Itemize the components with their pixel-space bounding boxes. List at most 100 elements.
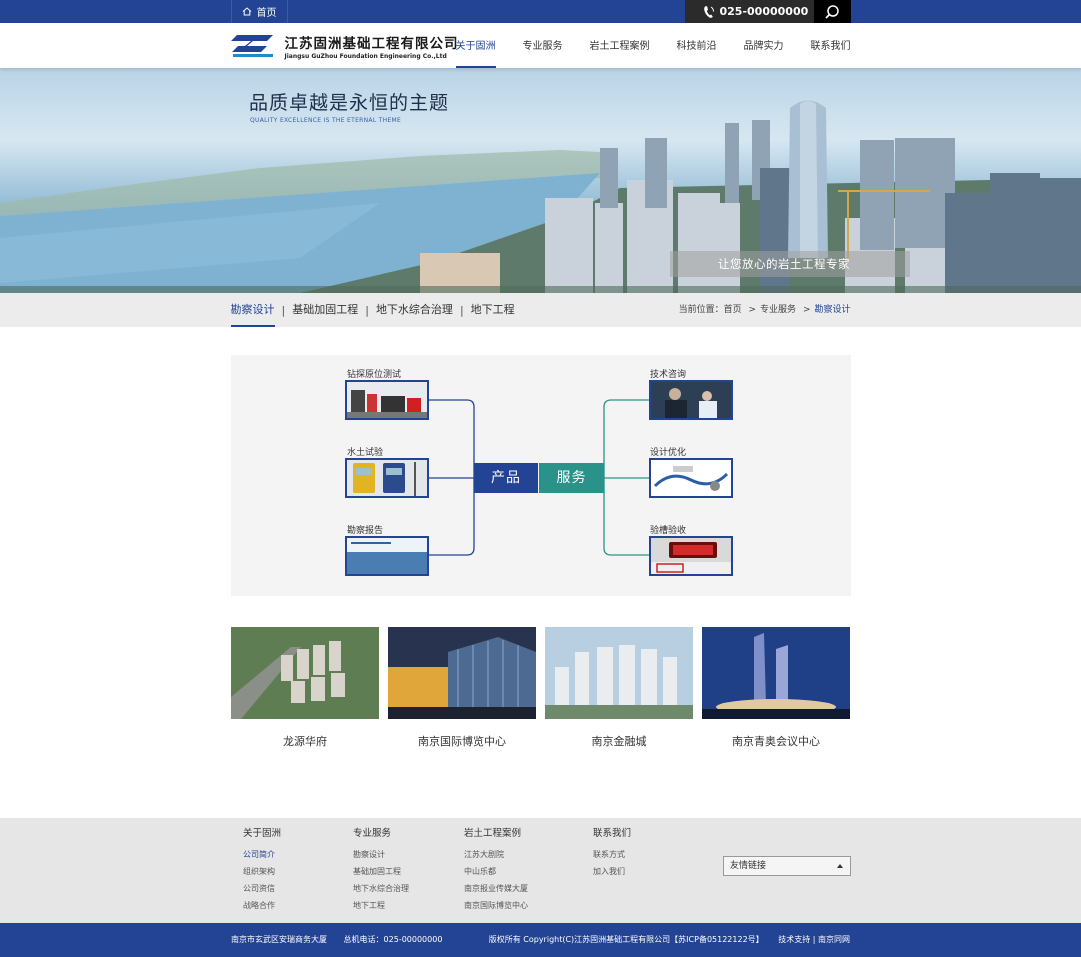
footer-column-title[interactable]: 联系我们 bbox=[593, 825, 631, 839]
search-button[interactable] bbox=[813, 0, 851, 23]
copyright-info: 版权所有 Copyright(C)江苏固洲基础工程有限公司【苏ICP备05122… bbox=[489, 923, 850, 957]
nav-item-contact[interactable]: 联系我们 bbox=[811, 23, 851, 68]
footer-link[interactable]: 联系方式 bbox=[593, 846, 631, 863]
tab-separator: | bbox=[459, 303, 464, 317]
diagram-label-survey-report: 勘察报告 bbox=[347, 526, 384, 536]
logo[interactable]: 江苏固洲基础工程有限公司 Jiangsu GuZhou Foundation E… bbox=[230, 32, 459, 60]
footer-link[interactable]: 地下工程 bbox=[353, 897, 409, 914]
search-icon bbox=[825, 4, 839, 19]
center-label-products: 产品 bbox=[474, 463, 538, 493]
company-address: 南京市玄武区安瑞商务大厦 bbox=[231, 935, 327, 944]
center-label-services: 服务 bbox=[539, 463, 604, 493]
diagram-label-inspection: 验槽验收 bbox=[650, 526, 687, 536]
footer: 关于固洲 公司简介 组织架构 公司资信 战略合作 专业服务 勘察设计 基础加固工… bbox=[0, 818, 1081, 923]
breadcrumb-separator: > bbox=[802, 305, 811, 315]
footer-column-about: 关于固洲 公司简介 组织架构 公司资信 战略合作 bbox=[243, 825, 281, 914]
footer-column-title[interactable]: 专业服务 bbox=[353, 825, 409, 839]
project-image[interactable] bbox=[702, 627, 850, 719]
breadcrumb-home[interactable]: 首页 bbox=[724, 305, 742, 315]
caret-up-icon bbox=[837, 864, 843, 868]
footer-column-services: 专业服务 勘察设计 基础加固工程 地下水综合治理 地下工程 bbox=[353, 825, 409, 914]
footer-column-title[interactable]: 关于固洲 bbox=[243, 825, 281, 839]
soil-test-image[interactable] bbox=[345, 458, 429, 498]
design-optimization-image[interactable] bbox=[649, 458, 733, 498]
nav-item-technology[interactable]: 科技前沿 bbox=[677, 23, 717, 68]
main-nav: 关于固洲 专业服务 岩土工程案例 科技前沿 品牌实力 联系我们 bbox=[429, 23, 851, 68]
banner-tagline: 让您放心的岩土工程专家 bbox=[670, 251, 910, 277]
city-skyline-image bbox=[0, 100, 1081, 293]
footer-link[interactable]: 公司资信 bbox=[243, 880, 281, 897]
tab-separator: | bbox=[281, 303, 286, 317]
diagram-label-soil-test: 水土试验 bbox=[347, 448, 384, 458]
footer-link[interactable]: 基础加固工程 bbox=[353, 863, 409, 880]
phone-icon bbox=[703, 5, 714, 18]
project-card[interactable]: 南京青奥会议中心 bbox=[702, 627, 850, 749]
contact-info: 南京市玄武区安瑞商务大厦 总机电话：025-00000000 bbox=[231, 923, 442, 957]
breadcrumb-separator: > bbox=[748, 305, 757, 315]
project-name[interactable]: 龙源华府 bbox=[231, 733, 379, 749]
friend-links-select[interactable]: 友情链接 bbox=[723, 856, 851, 876]
nav-item-services[interactable]: 专业服务 bbox=[523, 23, 563, 68]
breadcrumb-current: 勘察设计 bbox=[814, 305, 851, 315]
consulting-image[interactable] bbox=[649, 380, 733, 420]
drilling-test-image[interactable] bbox=[345, 380, 429, 420]
project-card[interactable]: 南京国际博览中心 bbox=[388, 627, 536, 749]
project-card[interactable]: 龙源华府 bbox=[231, 627, 379, 749]
copyright-text: 版权所有 Copyright(C)江苏固洲基础工程有限公司【苏ICP备05122… bbox=[488, 935, 764, 944]
sub-nav-tabs: 勘察设计 | 基础加固工程 | 地下水综合治理 | 地下工程 bbox=[230, 293, 515, 327]
footer-link[interactable]: 南京国际博览中心 bbox=[464, 897, 528, 914]
footer-link[interactable]: 战略合作 bbox=[243, 897, 281, 914]
project-gallery: 龙源华府 南京国际博览中心 南京金融城 南京青奥会议中心 bbox=[231, 627, 851, 757]
project-card[interactable]: 南京金融城 bbox=[545, 627, 693, 749]
site-header: 江苏固洲基础工程有限公司 Jiangsu GuZhou Foundation E… bbox=[0, 23, 1081, 68]
project-image[interactable] bbox=[388, 627, 536, 719]
footer-link[interactable]: 勘察设计 bbox=[353, 846, 409, 863]
footer-column-contact: 联系我们 联系方式 加入我们 bbox=[593, 825, 631, 880]
footer-link[interactable]: 中山乐都 bbox=[464, 863, 528, 880]
phone-number: 025-00000000 bbox=[719, 5, 809, 18]
home-label: 首页 bbox=[256, 8, 277, 19]
project-image[interactable] bbox=[231, 627, 379, 719]
logo-mark-icon bbox=[230, 35, 273, 57]
breadcrumb-services[interactable]: 专业服务 bbox=[760, 305, 796, 315]
footer-link[interactable]: 公司简介 bbox=[243, 846, 281, 863]
copyright-bar: 南京市玄武区安瑞商务大厦 总机电话：025-00000000 版权所有 Copy… bbox=[0, 923, 1081, 957]
product-service-diagram: 钻探原位测试 水土试验 勘察报告 产品 服务 技术咨询 设计优化 验槽验收 bbox=[231, 355, 851, 596]
inspection-stamp-image[interactable] bbox=[649, 536, 733, 576]
footer-column-title[interactable]: 岩土工程案例 bbox=[464, 825, 528, 839]
diagram-label-design-optimization: 设计优化 bbox=[650, 448, 687, 458]
hero-banner: 品质卓越是永恒的主题 QUALITY EXCELLENCE IS THE ETE… bbox=[0, 68, 1081, 293]
project-image[interactable] bbox=[545, 627, 693, 719]
footer-link[interactable]: 南京报业传媒大厦 bbox=[464, 880, 528, 897]
home-link[interactable]: 首页 bbox=[230, 0, 288, 23]
footer-link[interactable]: 地下水综合治理 bbox=[353, 880, 409, 897]
diagram-label-consulting: 技术咨询 bbox=[650, 370, 687, 380]
breadcrumb-prefix: 当前位置： bbox=[678, 305, 724, 315]
tab-underground-engineering[interactable]: 地下工程 bbox=[471, 293, 515, 327]
footer-link[interactable]: 江苏大剧院 bbox=[464, 846, 528, 863]
phone-box: 025-00000000 bbox=[684, 0, 815, 23]
tab-groundwater-treatment[interactable]: 地下水综合治理 bbox=[376, 293, 453, 327]
project-name[interactable]: 南京国际博览中心 bbox=[388, 733, 536, 749]
footer-link[interactable]: 组织架构 bbox=[243, 863, 281, 880]
footer-link[interactable]: 加入我们 bbox=[593, 863, 631, 880]
footer-column-cases: 岩土工程案例 江苏大剧院 中山乐都 南京报业传媒大厦 南京国际博览中心 bbox=[464, 825, 528, 914]
nav-item-brand[interactable]: 品牌实力 bbox=[744, 23, 784, 68]
breadcrumb: 当前位置：首页 > 专业服务 > 勘察设计 bbox=[679, 293, 851, 327]
tech-support-link[interactable]: 技术支持 | 南京同网 bbox=[778, 935, 850, 944]
home-icon bbox=[242, 7, 251, 16]
survey-report-image[interactable] bbox=[345, 536, 429, 576]
banner-title: 品质卓越是永恒的主题 bbox=[249, 92, 450, 114]
top-bar: 首页 025-00000000 bbox=[0, 0, 1081, 23]
banner-subtitle: QUALITY EXCELLENCE IS THE ETERNAL THEME bbox=[250, 117, 402, 124]
nav-item-cases[interactable]: 岩土工程案例 bbox=[590, 23, 650, 68]
tab-survey-design[interactable]: 勘察设计 bbox=[230, 293, 275, 327]
nav-item-about[interactable]: 关于固洲 bbox=[455, 23, 496, 68]
project-name[interactable]: 南京金融城 bbox=[545, 733, 693, 749]
tab-foundation-reinforcement[interactable]: 基础加固工程 bbox=[292, 293, 358, 327]
project-name[interactable]: 南京青奥会议中心 bbox=[702, 733, 850, 749]
sub-nav: 勘察设计 | 基础加固工程 | 地下水综合治理 | 地下工程 当前位置：首页 >… bbox=[0, 293, 1081, 327]
company-hotline: 总机电话：025-00000000 bbox=[343, 935, 443, 944]
friend-links-label: 友情链接 bbox=[730, 861, 767, 871]
diagram-label-drilling: 钻探原位测试 bbox=[347, 370, 402, 380]
